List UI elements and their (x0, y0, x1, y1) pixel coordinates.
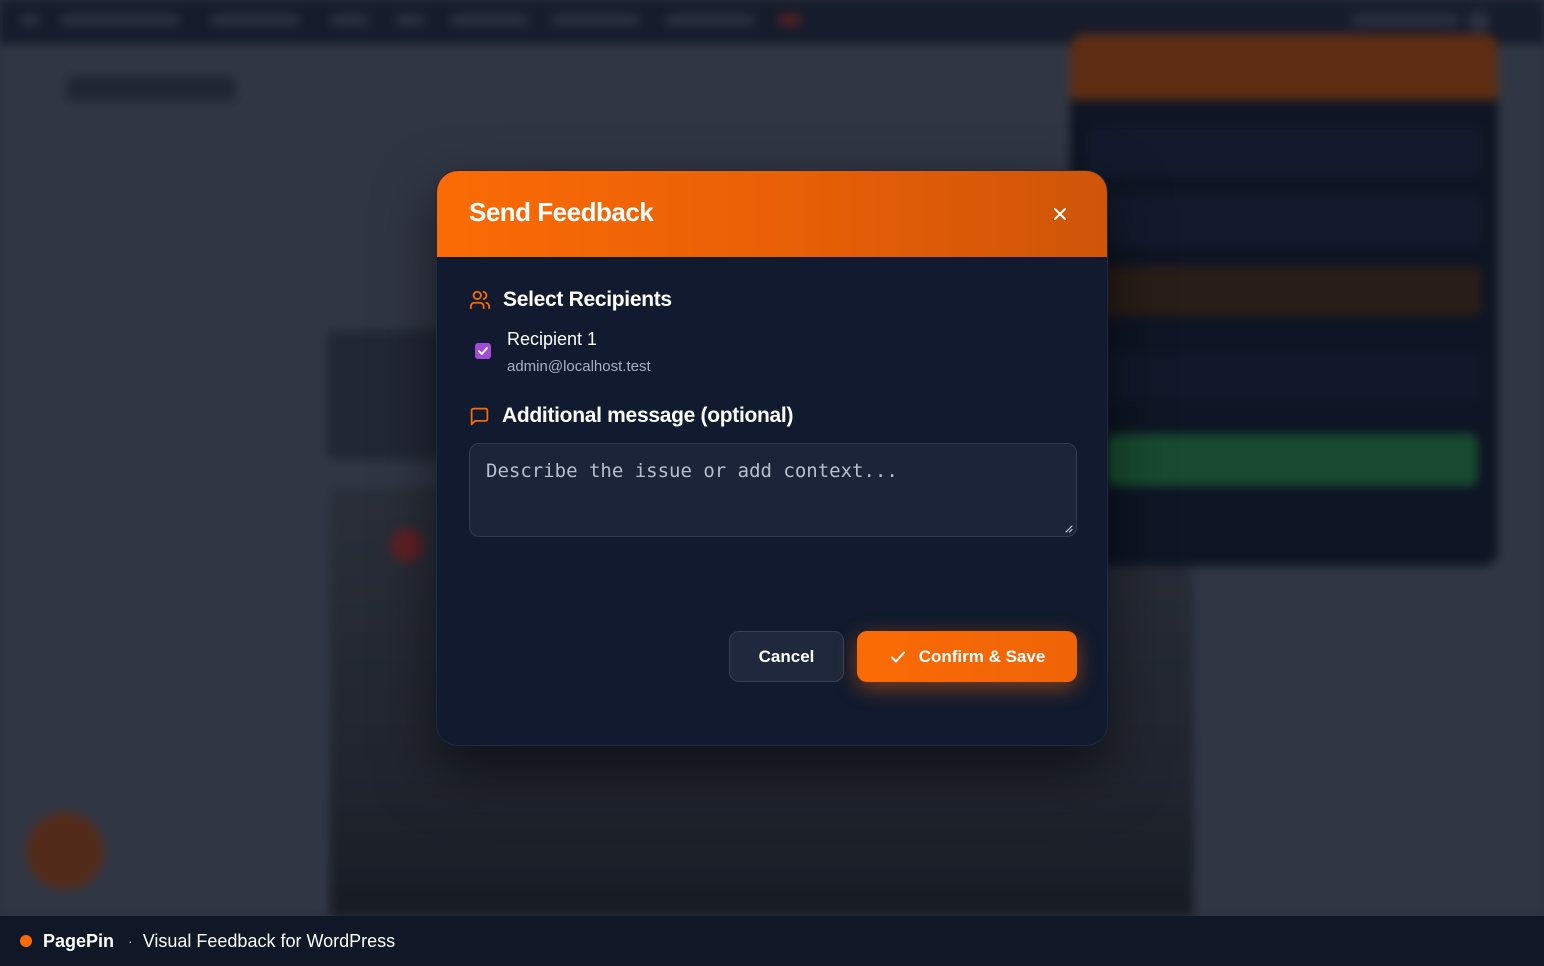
message-icon (470, 407, 489, 425)
recipients-section-title: Select Recipients (469, 288, 672, 312)
close-icon (1054, 208, 1066, 220)
checkmark-icon (478, 347, 488, 355)
confirm-save-button[interactable]: Confirm & Save (857, 631, 1077, 682)
resize-handle-icon[interactable] (1063, 523, 1073, 533)
confirm-button-label: Confirm & Save (918, 646, 1046, 666)
recipient-item[interactable]: Recipient 1 admin@localhost.test (475, 329, 875, 379)
footer-separator: · (128, 933, 133, 949)
message-section-title: Additional message (optional) (469, 404, 793, 428)
recipient-checkbox[interactable] (475, 343, 491, 359)
close-button[interactable] (1045, 199, 1075, 229)
recipients-section-label: Select Recipients (503, 288, 672, 311)
brand-dot-icon (20, 935, 32, 947)
cancel-button-label: Cancel (758, 646, 815, 666)
send-feedback-modal: Send Feedback Select Recipients Recipien… (436, 170, 1108, 746)
footer-bar: PagePin · Visual Feedback for WordPress (0, 916, 1544, 966)
message-section-label: Additional message (optional) (502, 404, 794, 427)
footer-tagline: Visual Feedback for WordPress (142, 930, 396, 951)
recipient-name: Recipient 1 (507, 329, 598, 349)
footer-brand: PagePin (43, 930, 115, 951)
modal-header: Send Feedback (437, 171, 1107, 257)
recipient-email: admin@localhost.test (507, 358, 651, 375)
users-icon (469, 290, 491, 310)
message-textarea[interactable] (469, 443, 1077, 537)
cancel-button[interactable]: Cancel (729, 631, 844, 682)
check-icon (890, 651, 905, 662)
modal-title: Send Feedback (469, 197, 654, 227)
